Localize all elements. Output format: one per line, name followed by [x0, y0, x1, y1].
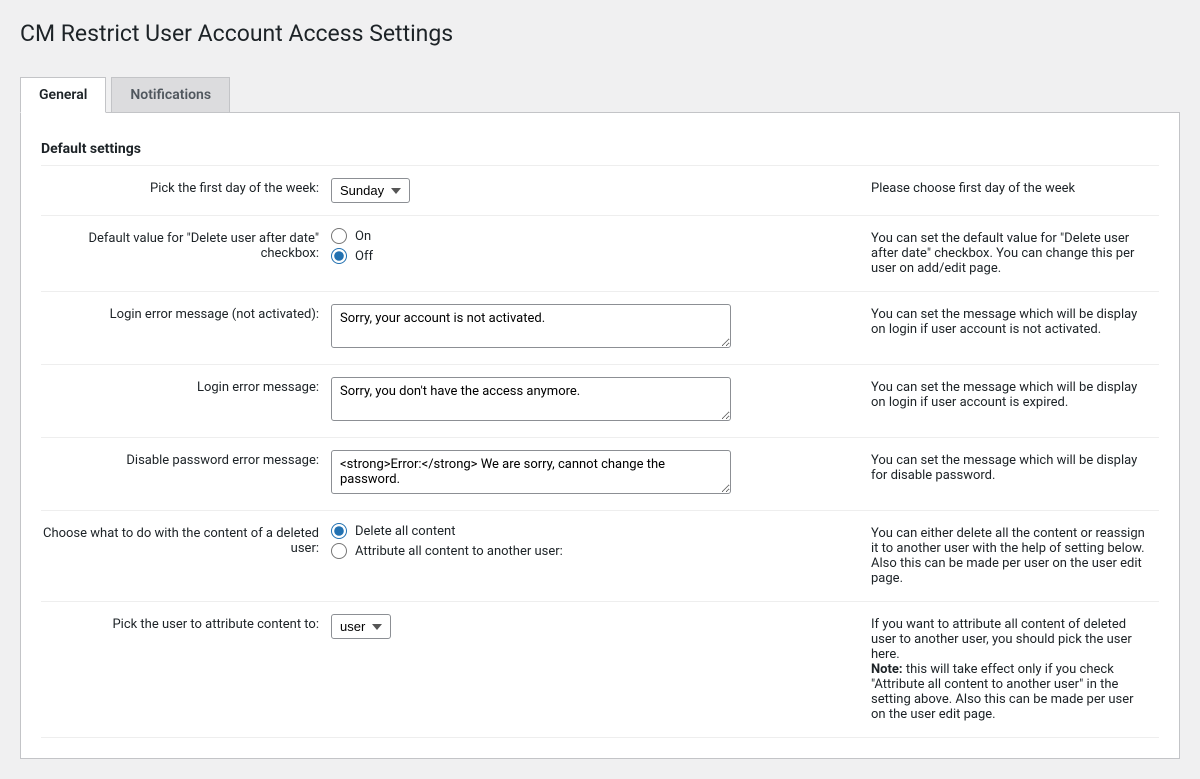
desc-disable-password: You can set the message which will be di… — [871, 438, 1159, 511]
radio-off[interactable] — [331, 248, 347, 264]
login-not-activated-input[interactable]: Sorry, your account is not activated. — [331, 304, 731, 348]
desc-attribute-user-post: this will take effect only if you check … — [871, 662, 1134, 722]
radio-attribute-content[interactable] — [331, 543, 347, 559]
tab-notifications[interactable]: Notifications — [111, 77, 230, 112]
radio-delete-content[interactable] — [331, 523, 347, 539]
tab-general[interactable]: General — [20, 77, 106, 113]
desc-attribute-user-pre: If you want to attribute all content of … — [871, 617, 1132, 662]
note-label: Note: — [871, 662, 903, 677]
radio-delete-content-text: Delete all content — [355, 524, 455, 539]
label-attribute-user: Pick the user to attribute content to: — [41, 602, 331, 738]
disable-password-input[interactable]: <strong>Error:</strong> We are sorry, ca… — [331, 450, 731, 494]
radio-off-text: Off — [355, 249, 373, 264]
desc-first-day: Please choose first day of the week — [871, 166, 1159, 216]
login-expired-input[interactable]: Sorry, you don't have the access anymore… — [331, 377, 731, 421]
radio-on-label[interactable]: On — [331, 228, 859, 244]
desc-login-expired: You can set the message which will be di… — [871, 365, 1159, 438]
row-delete-default: Default value for "Delete user after dat… — [41, 216, 1159, 292]
label-delete-default: Default value for "Delete user after dat… — [41, 216, 331, 292]
label-login-not-activated: Login error message (not activated): — [41, 292, 331, 365]
tabs: General Notifications — [20, 77, 1180, 113]
radio-on-text: On — [355, 229, 371, 244]
row-deleted-content: Choose what to do with the content of a … — [41, 511, 1159, 602]
row-first-day: Pick the first day of the week: Sunday P… — [41, 166, 1159, 216]
row-disable-password: Disable password error message: <strong>… — [41, 438, 1159, 511]
label-first-day: Pick the first day of the week: — [41, 166, 331, 216]
section-heading: Default settings — [41, 133, 1159, 166]
radio-on[interactable] — [331, 228, 347, 244]
desc-delete-default: You can set the default value for "Delet… — [871, 216, 1159, 292]
first-day-select[interactable]: Sunday — [331, 178, 410, 203]
desc-login-not-activated: You can set the message which will be di… — [871, 292, 1159, 365]
settings-table: Pick the first day of the week: Sunday P… — [41, 166, 1159, 738]
row-login-expired: Login error message: Sorry, you don't ha… — [41, 365, 1159, 438]
radio-delete-content-label[interactable]: Delete all content — [331, 523, 859, 539]
row-login-not-activated: Login error message (not activated): Sor… — [41, 292, 1159, 365]
attribute-user-select[interactable]: user — [331, 614, 391, 639]
label-disable-password: Disable password error message: — [41, 438, 331, 511]
radio-attribute-content-text: Attribute all content to another user: — [355, 544, 563, 559]
radio-attribute-content-label[interactable]: Attribute all content to another user: — [331, 543, 859, 559]
page-title: CM Restrict User Account Access Settings — [20, 20, 1180, 47]
radio-off-label[interactable]: Off — [331, 248, 859, 264]
label-deleted-content: Choose what to do with the content of a … — [41, 511, 331, 602]
desc-deleted-content: You can either delete all the content or… — [871, 511, 1159, 602]
desc-attribute-user: If you want to attribute all content of … — [871, 602, 1159, 738]
row-attribute-user: Pick the user to attribute content to: u… — [41, 602, 1159, 738]
settings-panel: Default settings Pick the first day of t… — [20, 113, 1180, 759]
label-login-expired: Login error message: — [41, 365, 331, 438]
